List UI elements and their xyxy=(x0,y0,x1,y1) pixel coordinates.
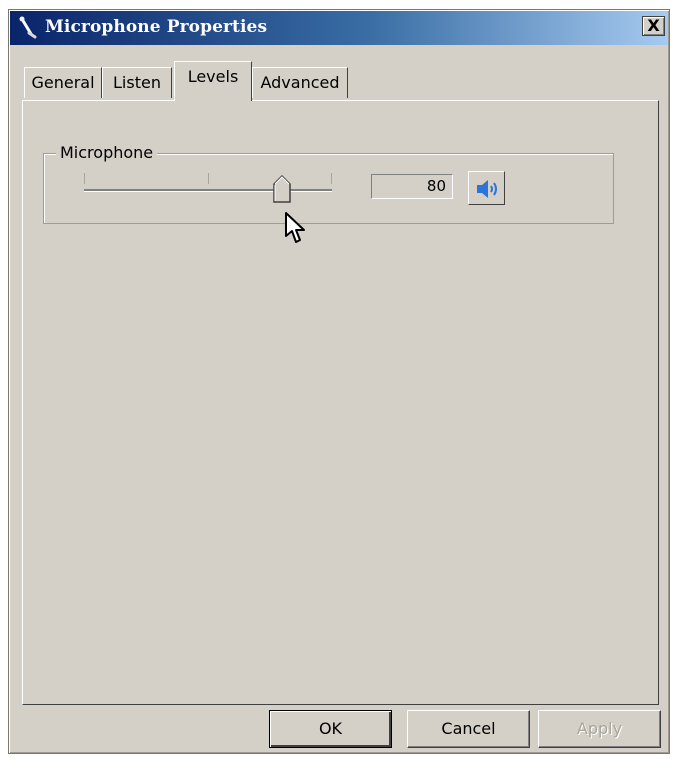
title-bar[interactable]: Microphone Properties X xyxy=(10,11,668,45)
close-button[interactable]: X xyxy=(642,16,665,36)
slider-track xyxy=(84,189,332,192)
microphone-level-value[interactable]: 80 xyxy=(371,174,453,199)
tab-strip: General Listen Levels Advanced xyxy=(24,60,364,101)
slider-thumb[interactable] xyxy=(272,174,292,204)
slider-tick xyxy=(331,173,332,184)
microphone-group-label: Microphone xyxy=(56,142,158,164)
tab-advanced[interactable]: Advanced xyxy=(252,67,348,98)
slider-tick xyxy=(208,173,209,184)
microphone-icon xyxy=(19,16,37,39)
tab-general[interactable]: General xyxy=(24,67,102,98)
mouse-pointer-icon xyxy=(285,212,305,243)
microphone-properties-dialog: Microphone Properties X General Listen L… xyxy=(8,9,670,754)
tab-levels[interactable]: Levels xyxy=(174,61,252,101)
microphone-level-group: Microphone 80 xyxy=(43,142,614,224)
cancel-button[interactable]: Cancel xyxy=(407,710,530,748)
mute-toggle-button[interactable] xyxy=(468,171,505,205)
apply-button[interactable]: Apply xyxy=(538,710,661,748)
speaker-icon xyxy=(477,180,497,198)
microphone-volume-slider[interactable] xyxy=(84,170,332,203)
levels-tab-panel: Microphone 80 xyxy=(22,100,659,705)
screenshot-page: Microphone Properties X General Listen L… xyxy=(0,0,673,759)
window-title: Microphone Properties xyxy=(45,17,268,37)
slider-tick xyxy=(84,173,85,184)
tab-listen[interactable]: Listen xyxy=(102,67,172,98)
ok-button[interactable]: OK xyxy=(269,710,392,748)
